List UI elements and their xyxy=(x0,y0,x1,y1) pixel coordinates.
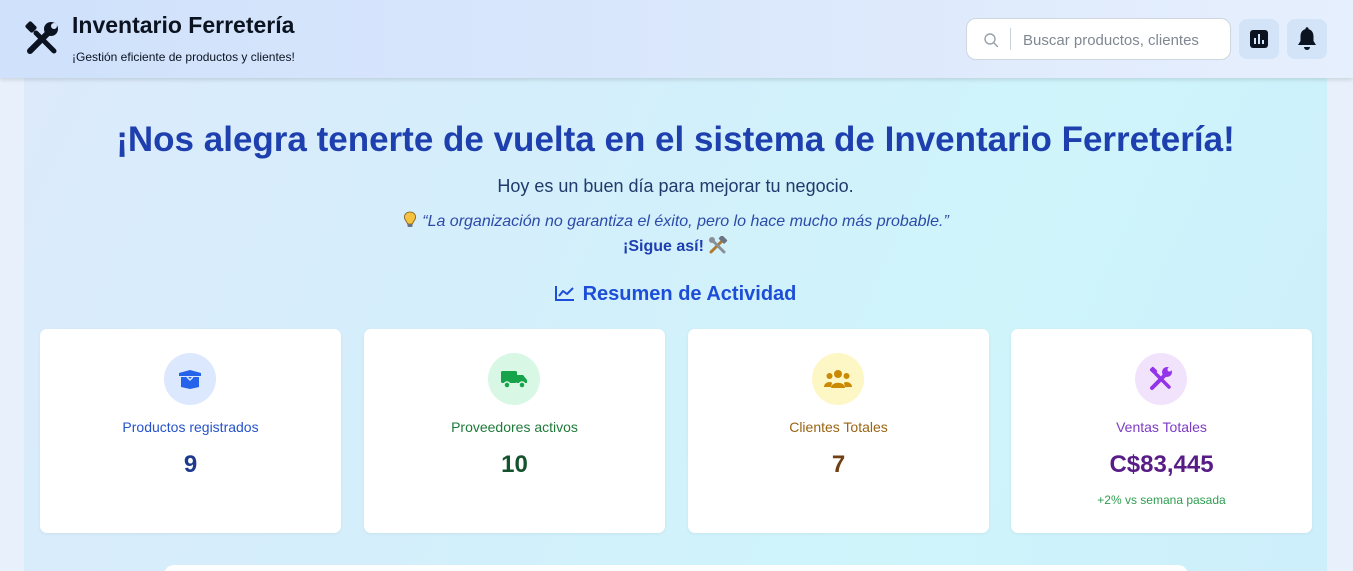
summary-heading: Resumen de Actividad xyxy=(24,283,1327,306)
card-value: 9 xyxy=(183,451,198,478)
stats-button[interactable] xyxy=(1239,19,1279,59)
welcome-title: ¡Nos alegra tenerte de vuelta en el sist… xyxy=(116,120,1235,159)
truck-icon xyxy=(501,371,527,389)
welcome-subtitle: Hoy es un buen día para mejorar tu negoc… xyxy=(497,176,854,196)
card-icon-container xyxy=(488,353,540,405)
top-header: Inventario Ferretería ¡Gestión eficiente… xyxy=(0,0,1353,78)
users-icon xyxy=(824,370,852,388)
card-label: Ventas Totales xyxy=(1116,419,1207,435)
search-icon xyxy=(984,33,999,48)
tools-icon xyxy=(1149,366,1172,390)
weekly-change-note: +2% vs semana pasada xyxy=(1097,493,1226,507)
search-input[interactable] xyxy=(1017,27,1222,53)
app-title: Inventario Ferretería xyxy=(72,12,295,38)
lightbulb-icon xyxy=(404,211,417,227)
stat-card-clients: Clientes Totales 7 xyxy=(688,329,989,533)
box-icon xyxy=(179,370,201,389)
bar-chart-icon xyxy=(1250,30,1268,48)
notifications-button[interactable] xyxy=(1287,19,1327,59)
encouragement-text: ¡Sigue así! xyxy=(623,238,704,255)
encouragement-line: ¡Sigue así! xyxy=(24,236,1327,256)
card-value: 10 xyxy=(501,451,528,478)
hammer-wrench-icon xyxy=(708,236,728,254)
card-icon-container xyxy=(1135,353,1187,405)
bell-icon xyxy=(1298,27,1316,50)
next-panel xyxy=(164,565,1188,571)
search-box[interactable] xyxy=(966,18,1231,60)
motivational-quote: “La organización no garantiza el éxito, … xyxy=(422,213,949,230)
quote-line: “La organización no garantiza el éxito, … xyxy=(24,211,1327,231)
welcome-section: ¡Nos alegra tenerte de vuelta en el sist… xyxy=(24,78,1327,571)
stat-card-products: Productos registrados 9 xyxy=(40,329,341,533)
stat-card-suppliers: Proveedores activos 10 xyxy=(364,329,665,533)
tools-icon xyxy=(25,21,58,54)
card-label: Clientes Totales xyxy=(789,419,888,435)
stat-card-sales: Ventas Totales C$83,445 +2% vs semana pa… xyxy=(1011,329,1312,533)
app-subtitle: ¡Gestión eficiente de productos y client… xyxy=(72,50,295,64)
card-label: Proveedores activos xyxy=(451,419,578,435)
card-value: 7 xyxy=(831,451,846,478)
summary-title: Resumen de Actividad xyxy=(582,283,797,305)
search-divider xyxy=(1010,28,1011,50)
card-value: C$83,445 xyxy=(1109,451,1214,478)
trend-chart-icon xyxy=(554,286,574,301)
card-label: Productos registrados xyxy=(122,419,259,435)
card-icon-container xyxy=(812,353,864,405)
card-icon-container xyxy=(164,353,216,405)
